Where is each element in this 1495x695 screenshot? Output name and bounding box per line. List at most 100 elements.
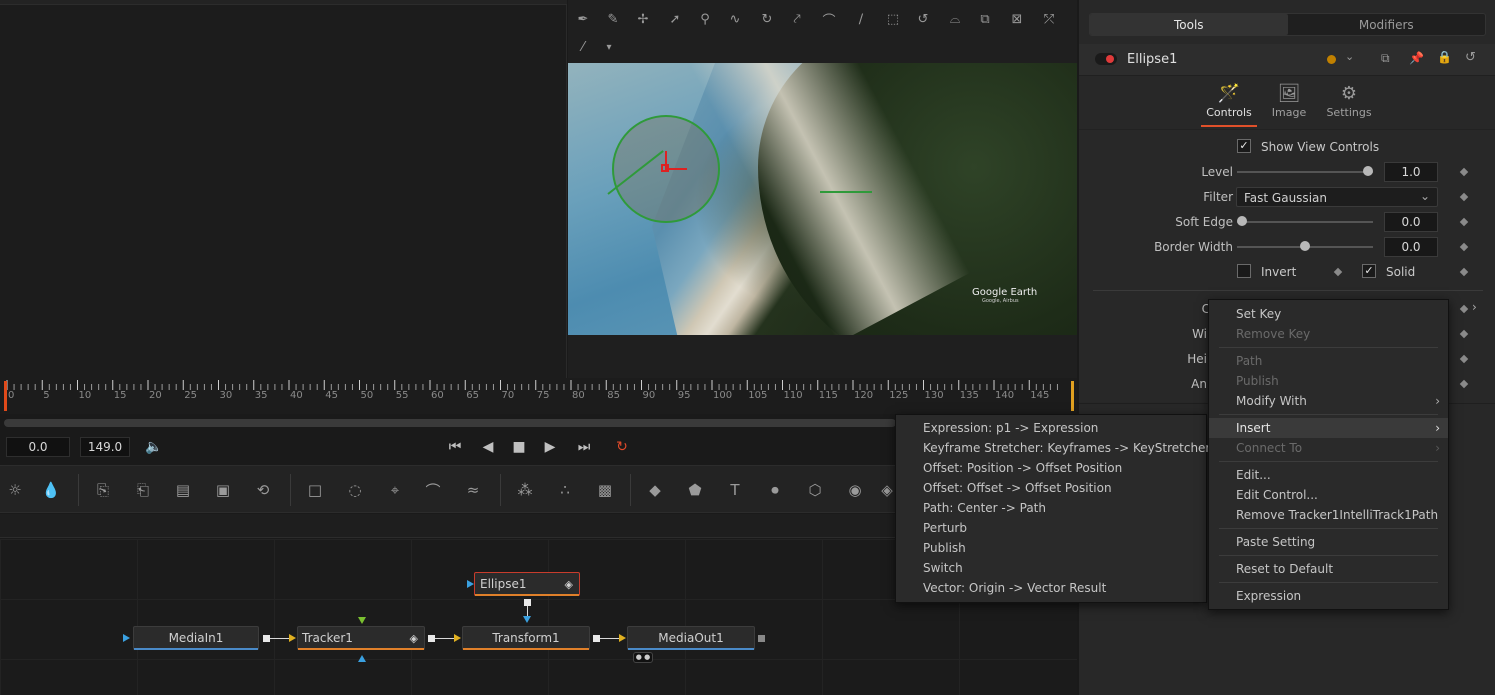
go-to-start-icon[interactable]: ⏮ [443,436,467,458]
magic-wand-icon[interactable]: ⁄ [572,36,594,58]
level-keyframe-icon[interactable] [1459,167,1469,177]
menu-item-path[interactable]: Path [1209,351,1448,371]
pen-icon[interactable]: ✒ [572,8,594,30]
chevron-down-icon[interactable]: ⌄ [1345,50,1354,63]
viewer-image[interactable]: Google Earth Google, Airbus [568,63,1077,335]
add-point-icon[interactable]: ✢ [632,8,654,30]
menu-item-set-key[interactable]: Set Key [1209,304,1448,324]
play-icon[interactable]: ▶ [538,436,562,458]
right-viewer[interactable]: ✒ ✎ ✢ ➚ ⚲ ∿ ↻ ⤤ ⌒ ∕ ⬚ ↺ ⌓ ⧉ ⊠ ⤱ ⁄ ▾ Goog… [568,0,1077,378]
menu-item-paste-setting[interactable]: Paste Setting [1209,532,1448,552]
color-dot-icon[interactable] [1327,55,1336,64]
left-viewer[interactable] [0,0,567,378]
mediain-output-port[interactable] [263,635,270,642]
pencil-icon[interactable]: ✎ [602,8,624,30]
menu-item-publish[interactable]: Publish [1209,371,1448,391]
chevron-right-icon[interactable]: › [1472,300,1477,314]
viewer-indicator-icon[interactable]: ● ● [633,652,653,663]
rotate-icon[interactable]: ↻ [756,8,778,30]
soft-edge-slider[interactable] [1237,221,1373,223]
reset-icon[interactable]: ↺ [1465,50,1476,65]
timeline-scrollbar[interactable] [4,419,896,427]
timeline-ruler[interactable]: 0 5 10 15 20 25 30 35 40 45 50 55 60 65 70 75 80 85 90 95 10… [0,378,1077,414]
node-mediaout[interactable]: MediaOut1 [627,626,755,650]
rectangle-mask-icon[interactable]: □ [302,478,328,502]
curve-icon[interactable]: ⌒ [818,8,840,30]
center-handle[interactable] [661,164,669,172]
end-time-field[interactable]: 149.0 [80,437,130,457]
saver-icon[interactable]: ⎗ [130,478,156,502]
paint-icon[interactable]: ≈ [460,478,486,502]
select-points-icon[interactable]: ➚ [664,8,686,30]
tracker-output-port[interactable] [428,635,435,642]
merge3d-icon[interactable]: ⬡ [802,478,828,502]
current-time-field[interactable]: 0.0 [6,437,70,457]
height-keyframe-icon[interactable] [1459,354,1469,364]
loop-icon[interactable]: ↻ [610,436,634,458]
lock-icon[interactable]: 🔒 [1437,50,1452,64]
chevron-down-icon[interactable]: ▾ [598,36,620,58]
border-width-slider-knob[interactable] [1300,241,1310,251]
merge-icon[interactable]: ▤ [170,478,196,502]
version-icon[interactable]: ⧉ [1381,51,1390,66]
text3d-icon[interactable]: T [722,478,748,502]
tool-enable-toggle[interactable] [1095,53,1117,65]
filter-keyframe-icon[interactable] [1459,192,1469,202]
submenu-item-publish[interactable]: Publish [896,538,1206,558]
level-field[interactable]: 1.0 [1384,162,1438,182]
submenu-item-expression[interactable]: Expression: p1 -> Expression [896,418,1206,438]
invert-keyframe-icon[interactable] [1333,267,1343,277]
submenu-item-offset-position[interactable]: Offset: Position -> Offset Position [896,458,1206,478]
menu-item-insert[interactable]: Insert › [1209,418,1448,438]
submenu-item-perturb[interactable]: Perturb [896,518,1206,538]
width-keyframe-icon[interactable] [1459,329,1469,339]
submenu-item-switch[interactable]: Switch [896,558,1206,578]
tab-modifiers[interactable]: Modifiers [1288,14,1486,35]
menu-item-connect-to[interactable]: Connect To › [1209,438,1448,458]
render3d-icon[interactable]: ◉ [842,478,868,502]
camera3d-icon[interactable]: ⏺ [762,478,788,502]
subtab-controls[interactable]: 🪄 Controls [1199,82,1259,119]
menu-item-remove-tracker-path[interactable]: Remove Tracker1IntelliTrack1Path [1209,505,1448,525]
particle-render-icon[interactable]: ∴ [552,478,578,502]
color-drop-icon[interactable]: 💧 [38,478,64,502]
shape-icon[interactable]: ⌓ [944,8,966,30]
submenu-item-path[interactable]: Path: Center -> Path [896,498,1206,518]
playhead[interactable] [4,381,7,411]
box-select-icon[interactable]: ⬚ [882,8,904,30]
shape3d-icon[interactable]: ◆ [642,478,668,502]
transform-output-port[interactable] [593,635,600,642]
tab-tools[interactable]: Tools [1090,14,1288,35]
border-width-field[interactable]: 0.0 [1384,237,1438,257]
menu-item-remove-key[interactable]: Remove Key [1209,324,1448,344]
delete-point-icon[interactable]: ⊠ [1006,8,1028,30]
mediaout-output-port[interactable] [758,635,765,642]
soft-edge-slider-knob[interactable] [1237,216,1247,226]
break-icon[interactable]: ⤱ [1038,8,1060,30]
go-to-end-icon[interactable]: ⏭ [572,436,596,458]
reverse-icon[interactable]: ↺ [912,8,934,30]
point-tweak-icon[interactable]: ⚲ [694,8,716,30]
play-reverse-icon[interactable]: ◀ [476,436,500,458]
solid-checkbox[interactable]: ✓ [1362,264,1376,278]
matte-icon[interactable]: ▣ [210,478,236,502]
menu-item-modify-with[interactable]: Modify With › [1209,391,1448,411]
menu-item-reset-default[interactable]: Reset to Default [1209,559,1448,579]
smooth-icon[interactable]: ∿ [724,8,746,30]
invert-checkbox[interactable] [1237,264,1251,278]
submenu-item-offset-offset[interactable]: Offset: Offset -> Offset Position [896,478,1206,498]
subtab-image[interactable]: 🖼 Image [1259,82,1319,119]
filter-dropdown[interactable]: Fast Gaussian ⌄ [1236,187,1438,207]
transform-points-icon[interactable]: ⤤ [786,8,808,30]
linear-icon[interactable]: ∕ [850,8,872,30]
menu-item-edit[interactable]: Edit... [1209,465,1448,485]
node-transform[interactable]: Transform1 [462,626,590,650]
stop-icon[interactable]: ■ [507,436,531,458]
zoom-region-icon[interactable]: ⧉ [974,8,996,30]
soft-edge-field[interactable]: 0.0 [1384,212,1438,232]
submenu-item-vector[interactable]: Vector: Origin -> Vector Result [896,578,1206,598]
particle-emitter-icon[interactable]: ⁂ [512,478,538,502]
menu-item-expression[interactable]: Expression [1209,586,1448,606]
menu-item-edit-control[interactable]: Edit Control... [1209,485,1448,505]
ellipse-mask-icon[interactable]: ◌ [342,478,368,502]
